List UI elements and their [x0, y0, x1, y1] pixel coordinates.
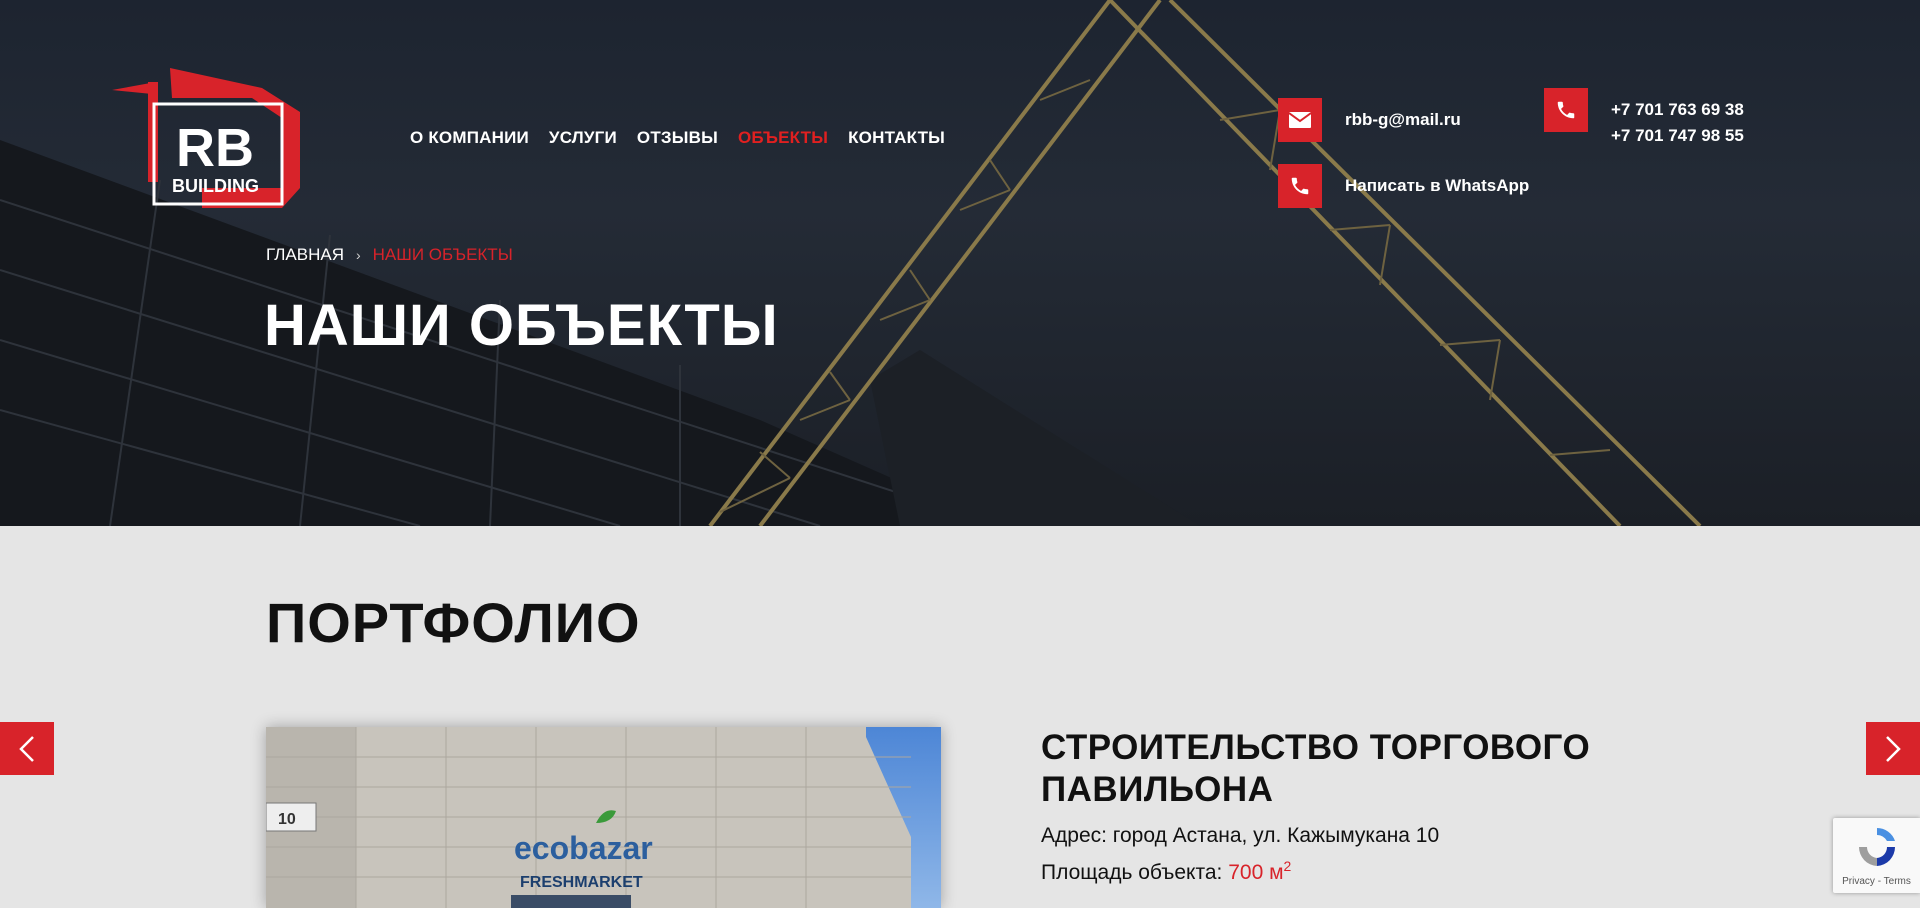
recaptcha-label: Privacy - Terms — [1842, 876, 1911, 887]
nav-contacts[interactable]: КОНТАКТЫ — [848, 128, 945, 148]
phone-icon — [1278, 164, 1322, 208]
phone-icon — [1544, 88, 1588, 132]
project-address: Адрес: город Астана, ул. Кажымукана 10 — [1041, 824, 1439, 848]
address-value: город Астана, ул. Кажымукана 10 — [1112, 824, 1440, 847]
recaptcha-icon — [1859, 828, 1895, 866]
breadcrumb-separator: › — [355, 247, 361, 263]
nav-about[interactable]: О КОМПАНИИ — [410, 128, 529, 148]
carousel-next-button[interactable] — [1866, 722, 1920, 775]
nav-objects[interactable]: ОБЪЕКТЫ — [738, 128, 828, 148]
phone-numbers: +7 701 763 69 38 +7 701 747 98 55 — [1611, 97, 1744, 149]
envelope-icon — [1278, 98, 1322, 142]
project-title: СТРОИТЕЛЬСТВО ТОРГОВОГО ПАВИЛЬОНА — [1041, 728, 1591, 809]
project-photo[interactable]: 10 ecobazar FRESHMARKET — [266, 727, 941, 908]
main-nav: О КОМПАНИИ УСЛУГИ ОТЗЫВЫ ОБЪЕКТЫ КОНТАКТ… — [410, 128, 945, 148]
nav-services[interactable]: УСЛУГИ — [549, 128, 617, 148]
logo-wordmark: RB — [176, 118, 254, 178]
store-subtitle-sign: FRESHMARKET — [520, 874, 643, 891]
building-number-sign: 10 — [278, 811, 296, 828]
carousel-prev-button[interactable] — [0, 722, 54, 775]
project-area: Площадь объекта: 700 м2 — [1041, 858, 1291, 885]
breadcrumb: ГЛАВНАЯ › НАШИ ОБЪЕКТЫ — [266, 245, 513, 265]
email-link[interactable]: rbb-g@mail.ru — [1345, 110, 1461, 130]
chevron-right-icon — [1886, 735, 1901, 762]
breadcrumb-home[interactable]: ГЛАВНАЯ — [266, 245, 344, 265]
rb-building-logo[interactable]: RB BUILDING — [112, 68, 312, 216]
breadcrumb-current: НАШИ ОБЪЕКТЫ — [372, 245, 513, 264]
store-name-sign: ecobazar — [514, 830, 653, 866]
chevron-left-icon — [19, 735, 34, 762]
phone-number-2[interactable]: +7 701 747 98 55 — [1611, 123, 1744, 149]
email-contact[interactable]: rbb-g@mail.ru — [1278, 98, 1461, 142]
phone-number-1[interactable]: +7 701 763 69 38 — [1611, 97, 1744, 123]
address-label: Адрес: — [1041, 824, 1107, 847]
portfolio-heading: ПОРТФОЛИО — [266, 591, 641, 654]
whatsapp-contact[interactable]: Написать в WhatsApp — [1278, 164, 1529, 208]
hero-banner: RB BUILDING О КОМПАНИИ УСЛУГИ ОТЗЫВЫ ОБЪ… — [0, 0, 1920, 526]
nav-reviews[interactable]: ОТЗЫВЫ — [637, 128, 718, 148]
recaptcha-badge[interactable]: Privacy - Terms — [1833, 818, 1920, 893]
whatsapp-link[interactable]: Написать в WhatsApp — [1345, 176, 1529, 196]
logo-subtitle: BUILDING — [172, 176, 259, 196]
area-value: 700 м2 — [1228, 858, 1292, 884]
page-title: НАШИ ОБЪЕКТЫ — [264, 293, 779, 358]
area-label: Площадь объекта: — [1041, 861, 1223, 884]
